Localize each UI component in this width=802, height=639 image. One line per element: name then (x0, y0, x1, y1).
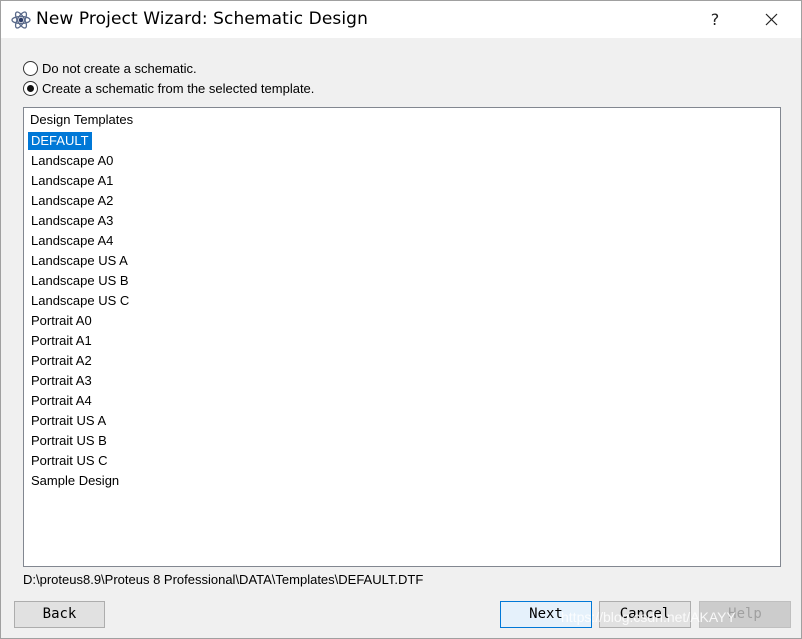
from-template-option[interactable]: Create a schematic from the selected tem… (23, 79, 314, 97)
watermark: https://blog.csdn.net/AKAYY (561, 609, 736, 625)
window-title: New Project Wizard: Schematic Design (36, 9, 368, 29)
list-item[interactable]: Portrait A3 (28, 372, 95, 390)
list-item[interactable]: Portrait A0 (28, 312, 95, 330)
list-item[interactable]: Portrait US B (28, 432, 110, 450)
list-item[interactable]: Landscape A2 (28, 192, 116, 210)
no-schematic-radio[interactable] (23, 60, 38, 76)
list-header: Design Templates (30, 112, 134, 127)
list-item[interactable]: Sample Design (28, 472, 122, 490)
template-path: D:\proteus8.9\Proteus 8 Professional\DAT… (23, 572, 424, 587)
close-icon (765, 13, 778, 26)
list-item[interactable]: Portrait US A (28, 412, 109, 430)
from-template-radio[interactable] (23, 80, 38, 96)
list-item[interactable]: Landscape A1 (28, 172, 116, 190)
list-item[interactable]: Landscape US B (28, 272, 132, 290)
list-item[interactable]: Portrait A1 (28, 332, 95, 350)
context-help-button[interactable]: ? (701, 7, 729, 33)
back-button[interactable]: Back (14, 601, 105, 628)
close-button[interactable] (753, 7, 789, 33)
title-bar[interactable]: New Project Wizard: Schematic Design ? (1, 1, 801, 38)
list-item[interactable]: Landscape A0 (28, 152, 116, 170)
design-templates-list[interactable]: Design Templates DEFAULT Landscape A0 La… (23, 107, 781, 567)
list-item[interactable]: Landscape US C (28, 292, 132, 310)
list-item[interactable]: DEFAULT (28, 132, 92, 150)
list-item[interactable]: Landscape US A (28, 252, 131, 270)
list-item[interactable]: Portrait A4 (28, 392, 95, 410)
no-schematic-option[interactable]: Do not create a schematic. (23, 59, 197, 77)
list-item[interactable]: Portrait A2 (28, 352, 95, 370)
from-template-label: Create a schematic from the selected tem… (42, 80, 315, 96)
no-schematic-label: Do not create a schematic. (42, 60, 197, 76)
list-item[interactable]: Landscape A4 (28, 232, 116, 250)
list-item[interactable]: Portrait US C (28, 452, 111, 470)
wizard-dialog: New Project Wizard: Schematic Design ? D… (0, 0, 802, 639)
list-item[interactable]: Landscape A3 (28, 212, 116, 230)
proteus-atom-icon (11, 10, 31, 30)
